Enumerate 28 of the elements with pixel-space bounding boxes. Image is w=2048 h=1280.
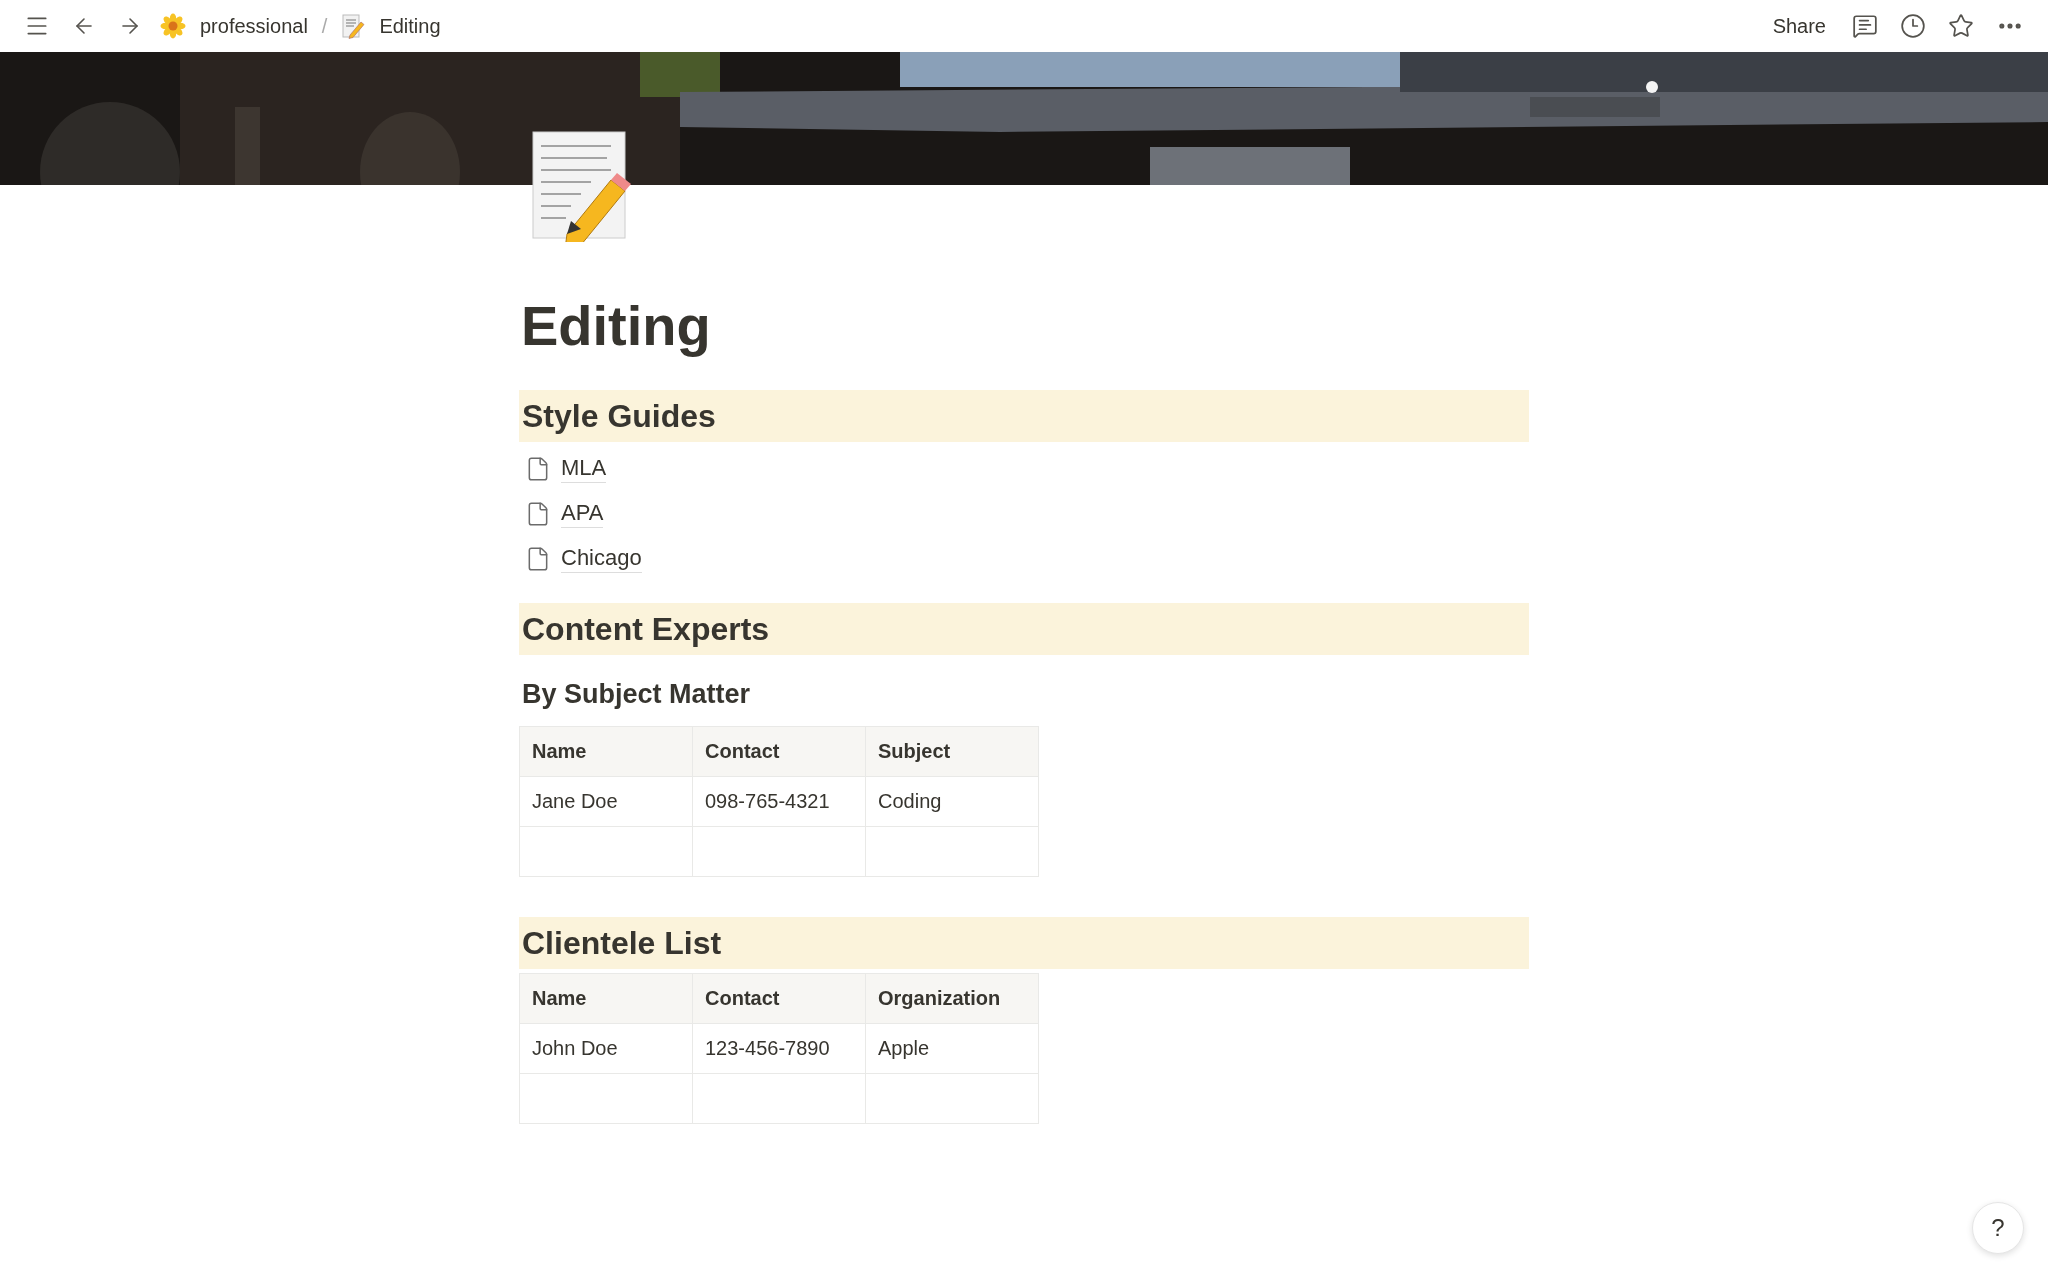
breadcrumb-link[interactable]: professional	[200, 14, 308, 38]
page-link[interactable]: APA	[561, 499, 604, 528]
column-header: Name	[519, 726, 693, 777]
table-cell: 123-456-7890	[692, 1023, 866, 1074]
table-cell: John Doe	[519, 1023, 693, 1074]
column-header: Contact	[692, 726, 866, 777]
section-heading: Style Guides	[519, 390, 1529, 442]
column-header: Organization	[865, 973, 1039, 1024]
column-header: Subject	[865, 726, 1039, 777]
column-header: Contact	[692, 973, 866, 1024]
page-link[interactable]: MLA	[561, 454, 607, 483]
section-heading: Content Experts	[519, 603, 1529, 655]
share-button[interactable]: Share	[1764, 10, 1834, 42]
table-cell: 098-765-4321	[692, 776, 866, 827]
memo-icon	[341, 13, 366, 39]
help-button[interactable]: ?	[1972, 1202, 2024, 1254]
table-cell: Coding	[865, 776, 1039, 827]
subheading: By Subject Matter	[521, 679, 752, 710]
column-header: Name	[519, 973, 693, 1024]
table-cell: Jane Doe	[519, 776, 693, 827]
breadcrumb-separator: /	[321, 14, 328, 38]
table-cell: Apple	[865, 1023, 1039, 1074]
flower-icon	[160, 13, 186, 39]
page-link[interactable]: Chicago	[561, 544, 642, 573]
section-heading: Clientele List	[519, 917, 1529, 969]
memo-pencil-icon	[531, 130, 631, 242]
breadcrumb-link[interactable]: Editing	[379, 14, 441, 38]
page-title: Editing	[520, 292, 711, 359]
